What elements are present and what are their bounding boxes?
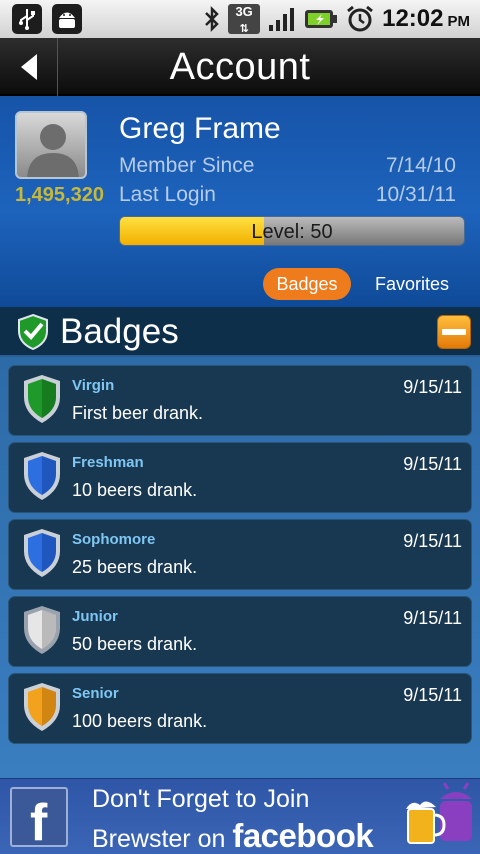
facebook-logo-letter: f: [30, 794, 48, 852]
last-login-label: Last Login: [119, 183, 216, 206]
user-name: Greg Frame: [119, 112, 281, 145]
badge-title: Junior: [72, 608, 118, 625]
blue-shield-icon: [24, 452, 60, 500]
badge-title: Freshman: [72, 454, 144, 471]
tab-badges[interactable]: Badges: [263, 268, 351, 300]
facebook-ad-banner[interactable]: f Don't Forget to Join Brewster on faceb…: [0, 778, 480, 854]
tab-favorites[interactable]: Favorites: [366, 268, 458, 300]
usb-icon: [12, 4, 42, 34]
ad-facebook-brand: facebook: [232, 817, 374, 854]
badge-description: 10 beers drank.: [72, 480, 198, 500]
title-bar: Account: [0, 38, 480, 96]
member-since-label: Member Since: [119, 154, 255, 177]
badge-title: Sophomore: [72, 531, 156, 548]
silver-shield-icon: [24, 606, 60, 654]
ad-line-1: Don't Forget to Join: [92, 785, 310, 813]
ad-line-2: Brewster on facebook: [92, 817, 374, 854]
badge-description: 25 beers drank.: [72, 557, 198, 577]
android-debug-icon: [52, 4, 82, 34]
status-time: 12:02 PM: [382, 5, 470, 32]
list-item-badge-sophomore[interactable]: Sophomore 25 beers drank. 9/15/11: [8, 519, 472, 590]
profile-panel: 1,495,320 Greg Frame Member Since 7/14/1…: [0, 96, 480, 307]
badge-date: 9/15/11: [403, 685, 462, 705]
badge-description: First beer drank.: [72, 403, 204, 423]
avatar[interactable]: [15, 111, 87, 179]
badge-date: 9/15/11: [403, 531, 462, 551]
alarm-icon: [347, 5, 374, 32]
level-progress-bar: Level: 50: [119, 216, 465, 246]
collapse-button[interactable]: [437, 315, 471, 349]
ad-line-2-prefix: Brewster on: [92, 825, 226, 853]
badge-date: 9/15/11: [403, 608, 462, 628]
list-item-badge-virgin[interactable]: Virgin First beer drank. 9/15/11: [8, 365, 472, 436]
bluetooth-icon: [205, 5, 219, 33]
network-label: 3G: [235, 4, 253, 19]
list-item-badge-senior[interactable]: Senior 100 beers drank. 9/15/11: [8, 673, 472, 744]
battery-charging-icon: [305, 10, 338, 28]
badges-section-title: Badges: [60, 312, 179, 351]
badges-section-header: Badges: [0, 307, 480, 357]
list-item-badge-junior[interactable]: Junior 50 beers drank. 9/15/11: [8, 596, 472, 667]
last-login-row: Last Login 10/31/11: [119, 183, 456, 207]
network-3g-icon: 3G ⇅: [228, 4, 261, 35]
badge-date: 9/15/11: [403, 377, 462, 397]
green-shield-icon: [24, 375, 60, 423]
gold-shield-icon: [24, 683, 60, 731]
badge-description: 50 beers drank.: [72, 634, 198, 654]
status-bar: 3G ⇅ 12:02 PM: [0, 0, 480, 38]
badges-list: Virgin First beer drank. 9/15/11 Freshma…: [0, 357, 480, 778]
shield-check-icon: [18, 313, 48, 351]
signal-icon: [269, 8, 295, 31]
badge-date: 9/15/11: [403, 454, 462, 474]
member-since-row: Member Since 7/14/10: [119, 154, 456, 178]
list-item-badge-freshman[interactable]: Freshman 10 beers drank. 9/15/11: [8, 442, 472, 513]
level-text: Level: 50: [251, 221, 333, 243]
points-total: 1,495,320: [15, 184, 104, 206]
badge-description: 100 beers drank.: [72, 711, 208, 731]
android-beer-mascot-icon: [406, 782, 472, 844]
facebook-logo-icon: f: [10, 787, 68, 852]
badge-title: Senior: [72, 685, 119, 702]
default-user-icon: [27, 124, 79, 177]
blue-shield-icon: [24, 529, 60, 577]
minus-icon: [442, 329, 466, 335]
badge-title: Virgin: [72, 377, 115, 394]
page-title: Account: [169, 46, 311, 88]
last-login-value: 10/31/11: [375, 183, 456, 206]
member-since-value: 7/14/10: [385, 154, 456, 177]
